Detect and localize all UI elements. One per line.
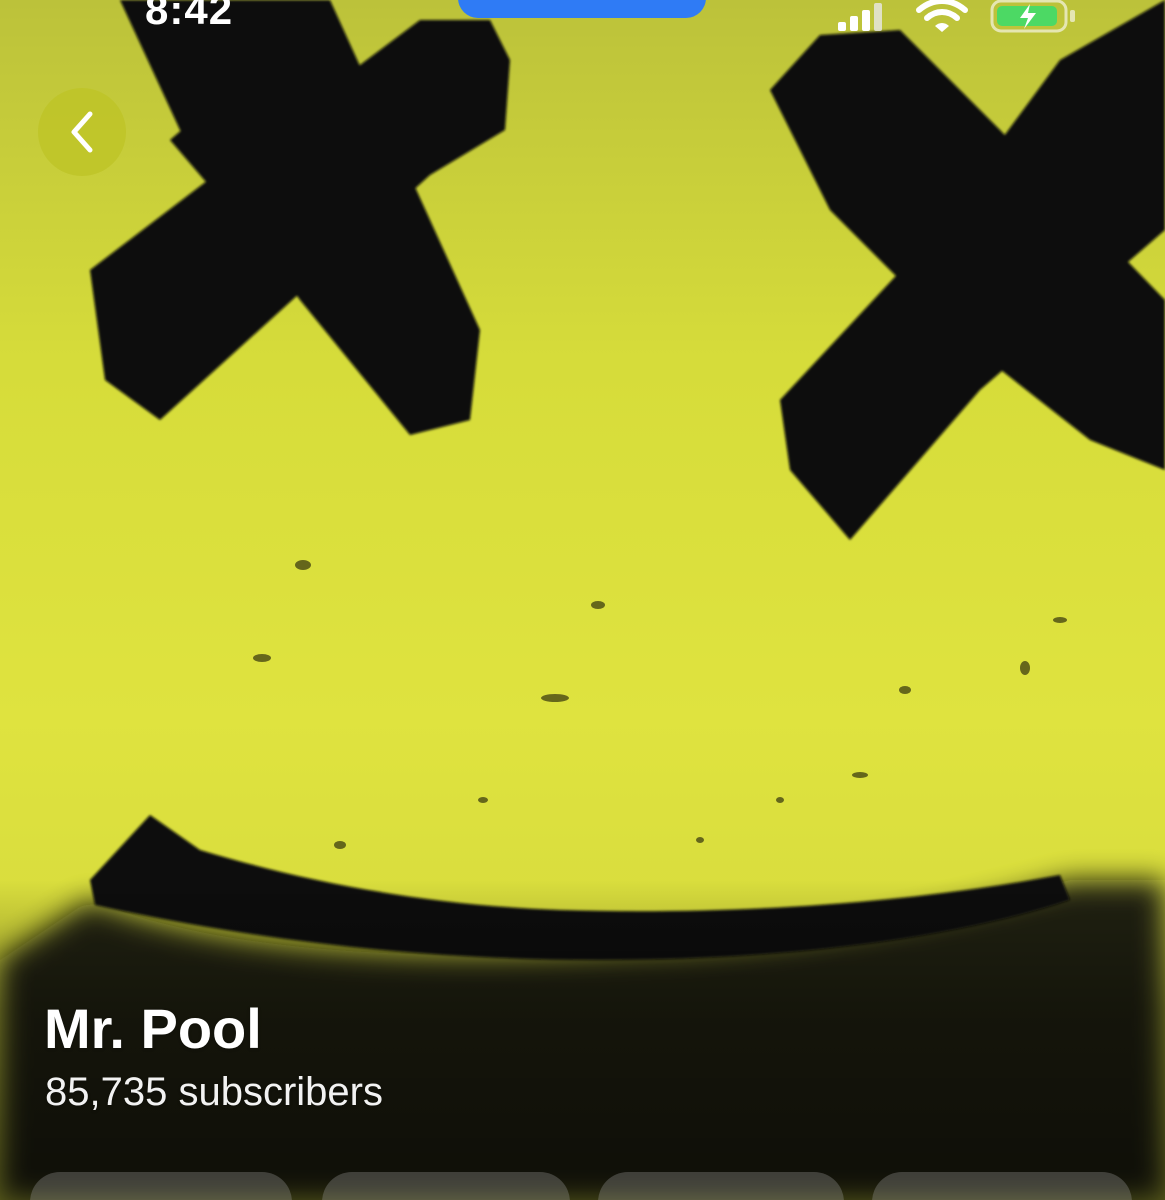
left-x-eye bbox=[90, 0, 510, 435]
right-x-eye bbox=[770, 0, 1165, 540]
wifi-icon bbox=[916, 0, 968, 32]
chevron-left-icon bbox=[71, 111, 93, 153]
paint-specks bbox=[253, 560, 1067, 849]
battery-charging-icon bbox=[990, 0, 1075, 33]
back-button[interactable] bbox=[38, 88, 126, 176]
action-button-3[interactable] bbox=[598, 1172, 844, 1200]
channel-name: Mr. Pool bbox=[44, 997, 262, 1060]
subscriber-count: 85,735 subscribers bbox=[45, 1070, 383, 1114]
dynamic-island-activity[interactable] bbox=[458, 0, 706, 18]
channel-screen: 8:42 Mr. Pool 85,735 subscribers bbox=[0, 0, 1165, 1200]
action-button-4[interactable] bbox=[872, 1172, 1132, 1200]
action-button-1[interactable] bbox=[30, 1172, 292, 1200]
status-bar: 8:42 bbox=[0, 0, 1165, 40]
cellular-signal-icon bbox=[838, 3, 882, 31]
status-time: 8:42 bbox=[145, 0, 234, 33]
action-button-2[interactable] bbox=[322, 1172, 570, 1200]
